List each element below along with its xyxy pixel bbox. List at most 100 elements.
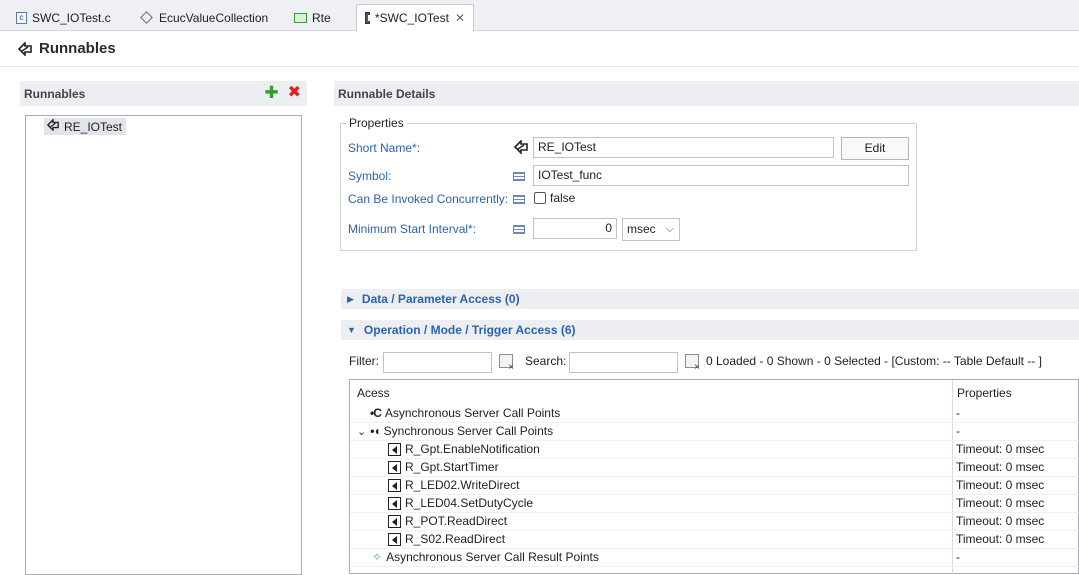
table-row[interactable]: R_Gpt.EnableNotification Timeout: 0 msec (350, 441, 1079, 459)
async-call-point-icon: •C (370, 406, 382, 420)
data-parameter-access-section[interactable]: ▶ Data / Parameter Access (0) (341, 289, 1079, 309)
table-row[interactable]: R_S02.ReadDirect Timeout: 0 msec (350, 531, 1079, 549)
row-property: Timeout: 0 msec (956, 514, 1045, 528)
interval-unit-select[interactable]: msec ⌵ (622, 218, 680, 241)
filter-row: Filter: Search: 0 Loaded - 0 Shown - 0 S… (349, 352, 1079, 374)
runnables-tree[interactable]: RE_IOTest (25, 115, 302, 575)
page-header: Runnables (0, 31, 1079, 67)
required-port-icon (388, 514, 401, 528)
field-icon (513, 223, 525, 237)
filter-input[interactable] (383, 352, 492, 373)
min-interval-field[interactable]: 0 (533, 218, 617, 239)
search-input[interactable] (569, 352, 678, 373)
tab-label: Rte (312, 10, 331, 25)
field-icon (513, 193, 525, 207)
section-title: Runnable Details (338, 86, 436, 101)
filter-label: Filter: (349, 354, 379, 368)
required-port-icon (388, 478, 401, 492)
column-header-properties[interactable]: Properties (957, 380, 1012, 406)
row-property: - (956, 424, 960, 438)
section-title: Runnables (24, 86, 86, 101)
row-label: R_S02.ReadDirect (405, 532, 506, 546)
required-port-icon (388, 442, 401, 456)
table-row[interactable]: ✧ Asynchronous Server Call Result Points… (350, 549, 1079, 567)
tab-ecuc-value-collection[interactable]: EcucValueCollection (132, 4, 276, 31)
sync-call-point-icon: •◖ (370, 424, 381, 438)
page-title: Runnables (39, 40, 116, 57)
symbol-label: Symbol: (348, 169, 392, 183)
search-label: Search: (525, 354, 567, 368)
symbol-field[interactable]: IOTest_func (533, 165, 909, 186)
result-point-icon: ✧ (372, 550, 383, 564)
close-tab-icon[interactable]: ✕ (455, 11, 465, 25)
table-row[interactable]: •C Asynchronous Server Call Points - (350, 405, 1079, 423)
tree-item-label: RE_IOTest (64, 119, 123, 134)
chevron-down-icon[interactable]: ⌄ (357, 425, 366, 438)
runnables-section-header: Runnables ✚ ✖ (20, 81, 307, 106)
row-property: Timeout: 0 msec (956, 496, 1045, 510)
short-name-label: Short Name*: (348, 141, 421, 155)
row-label: R_LED02.WriteDirect (405, 478, 520, 492)
row-label: R_Gpt.StartTimer (405, 460, 499, 474)
row-property: Timeout: 0 msec (956, 532, 1045, 546)
table-row[interactable]: R_LED02.WriteDirect Timeout: 0 msec (350, 477, 1079, 495)
tab-label: SWC_IOTest.c (32, 10, 111, 25)
row-property: Timeout: 0 msec (956, 442, 1045, 456)
section-title: Operation / Mode / Trigger Access (6) (363, 323, 576, 337)
tab-rte[interactable]: Rte (286, 4, 339, 31)
ecuc-icon (140, 11, 153, 24)
tree-item-runnable[interactable]: RE_IOTest (44, 118, 127, 135)
runnable-icon (17, 41, 33, 56)
table-row[interactable]: R_LED04.SetDutyCycle Timeout: 0 msec (350, 495, 1079, 513)
tab-swc-iotest-c[interactable]: c SWC_IOTest.c (8, 4, 119, 31)
delete-runnable-button[interactable]: ✖ (288, 84, 301, 102)
runnable-details-header: Runnable Details (334, 81, 1079, 106)
row-label: R_POT.ReadDirect (405, 514, 508, 528)
table-row[interactable]: R_Gpt.StartTimer Timeout: 0 msec (350, 459, 1079, 477)
clear-filter-icon[interactable] (499, 354, 514, 373)
clear-search-icon[interactable] (685, 354, 700, 373)
required-port-icon (388, 532, 401, 546)
field-icon (513, 170, 525, 184)
editor-tab-bar: c SWC_IOTest.c EcucValueCollection Rte *… (0, 0, 1079, 32)
add-runnable-button[interactable]: ✚ (264, 84, 278, 102)
section-title: Data / Parameter Access (0) (361, 292, 520, 306)
access-table: Acess Properties •C Asynchronous Server … (349, 379, 1079, 575)
row-label: Asynchronous Server Call Points (384, 406, 561, 420)
tab-swc-iotest[interactable]: *SWC_IOTest ✕ (356, 4, 474, 32)
interval-unit-value: msec (627, 222, 656, 236)
runnable-icon (46, 118, 60, 134)
row-label: Asynchronous Server Call Result Points (386, 550, 599, 564)
row-property: - (956, 550, 960, 564)
required-port-icon (388, 460, 401, 474)
table-status-text: 0 Loaded - 0 Shown - 0 Selected - [Custo… (706, 354, 1042, 368)
min-interval-label: Minimum Start Interval*: (348, 222, 477, 236)
row-label: Synchronous Server Call Points (383, 424, 554, 438)
column-header-access[interactable]: Acess (357, 380, 390, 406)
row-label: R_Gpt.EnableNotification (405, 442, 540, 456)
properties-legend: Properties (346, 116, 407, 130)
edit-button[interactable]: Edit (841, 137, 909, 160)
runnable-icon (513, 139, 529, 157)
expand-icon: ▶ (347, 293, 354, 304)
concurrent-checkbox[interactable] (534, 192, 546, 204)
row-property: Timeout: 0 msec (956, 460, 1045, 474)
collapse-icon: ▼ (347, 325, 356, 335)
c-file-icon: c (16, 11, 27, 24)
swc-icon (365, 12, 374, 24)
operation-mode-trigger-section[interactable]: ▼ Operation / Mode / Trigger Access (6) (341, 320, 1079, 340)
rte-icon (294, 12, 307, 23)
row-property: Timeout: 0 msec (956, 478, 1045, 492)
concurrent-label: Can Be Invoked Concurrently: (348, 192, 509, 206)
required-port-icon (388, 496, 401, 510)
table-row[interactable]: ⌄ •◖ Synchronous Server Call Points - (350, 423, 1079, 441)
properties-group: Properties Short Name*: RE_IOTest Edit S… (340, 116, 917, 251)
short-name-field[interactable]: RE_IOTest (533, 137, 834, 158)
chevron-down-icon: ⌵ (665, 223, 674, 235)
row-property: - (956, 406, 960, 420)
row-label: R_LED04.SetDutyCycle (405, 496, 534, 510)
concurrent-value: false (550, 191, 576, 205)
table-row[interactable]: R_POT.ReadDirect Timeout: 0 msec (350, 513, 1079, 531)
tab-label: *SWC_IOTest (374, 11, 449, 25)
tab-label: EcucValueCollection (159, 10, 269, 25)
